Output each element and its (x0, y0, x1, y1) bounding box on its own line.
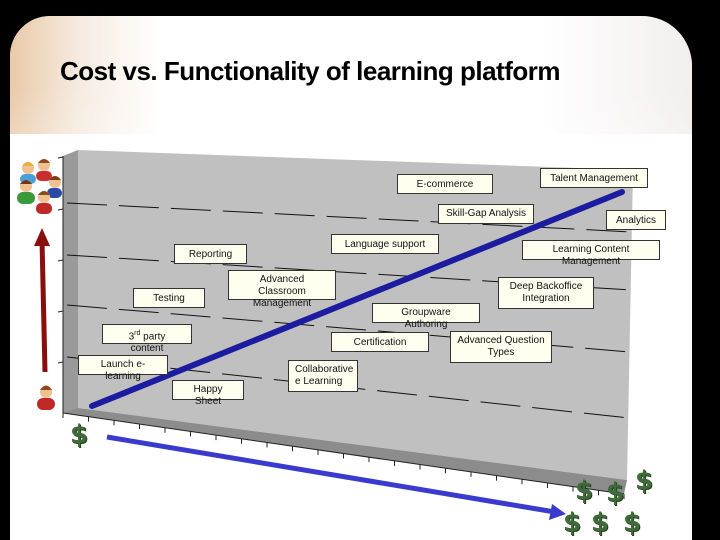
person-icon (37, 385, 55, 410)
y-ticks (57, 156, 64, 364)
dollar-icon: $ (606, 478, 625, 508)
feature-groupware-authoring: Groupware Authoring (372, 303, 480, 330)
dollar-icon: $ (591, 508, 610, 538)
dollar-icon: $ (575, 476, 594, 506)
feature-skill-gap-analysis: Skill-Gap Analysis (438, 204, 534, 224)
feature-deep-backoffice-integration: Deep Backoffice Integration (498, 277, 594, 309)
feature-label: Advanced Classroom Management (252, 274, 312, 309)
feature-certification: Certification (331, 332, 429, 352)
diagram-canvas (17, 150, 633, 520)
feature-label: Testing (153, 293, 185, 304)
dollar-icon: $ (623, 508, 642, 538)
feature-label: Talent Management (550, 173, 638, 184)
dollar-icon: $ (635, 466, 654, 496)
feature-label: Reporting (188, 249, 233, 260)
feature-label: Advanced Question Types (457, 335, 545, 358)
feature-advanced-classroom-management: Advanced Classroom Management (228, 270, 336, 309)
users-arrow (34, 228, 50, 373)
feature-happy-sheet: Happy Sheet (172, 380, 244, 407)
dollar-icon: $ (563, 508, 582, 538)
y-tick (57, 361, 64, 364)
y-tick (57, 310, 64, 313)
y-tick (57, 156, 64, 159)
feature-launch-e-learning: Launch e-learning (78, 355, 168, 382)
feature-label: Certification (353, 337, 407, 348)
dollar-icon: $ (70, 420, 89, 450)
feature-advanced-question-types: Advanced Question Types (450, 331, 552, 363)
y-tick (57, 208, 64, 211)
feature-testing: Testing (133, 288, 205, 308)
y-tick (57, 259, 64, 262)
feature-language-support: Language support (331, 234, 439, 254)
back-plane (78, 150, 633, 480)
feature-talent-management: Talent Management (540, 168, 648, 188)
feature-collaborative-e-learning: Collaborative e Learning (288, 360, 358, 392)
feature-label: E-commerce (416, 179, 474, 190)
feature-label: Groupware Authoring (401, 307, 451, 330)
feature-analytics: Analytics (606, 210, 666, 230)
feature-reporting: Reporting (174, 244, 247, 264)
feature-label: Analytics (615, 215, 656, 226)
feature-label: Learning Content Management (552, 244, 630, 267)
feature-label: Deep Backoffice Integration (509, 281, 583, 304)
group-of-people-icon (17, 159, 62, 214)
feature-label: Skill-Gap Analysis (445, 208, 527, 219)
feature-label: Launch e-learning (100, 359, 146, 382)
feature-label: Language support (344, 239, 426, 250)
feature-third-party-content: 3rd party content (102, 324, 192, 354)
left-wall (63, 150, 78, 413)
feature-learning-content-management: Learning Content Management (522, 240, 660, 267)
feature-ecommerce: E-commerce (397, 174, 493, 194)
feature-label: Collaborative e Learning (295, 364, 354, 387)
feature-label: Happy Sheet (193, 384, 223, 407)
